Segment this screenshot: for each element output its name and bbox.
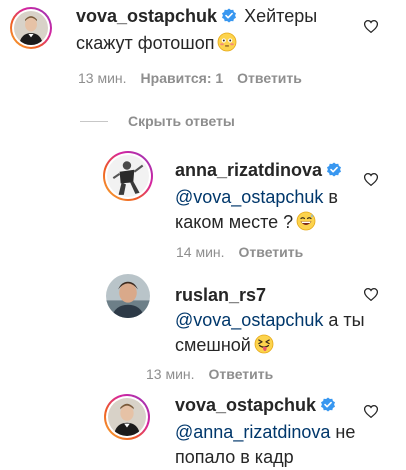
reply-meta: 14 мин. Ответить (176, 244, 317, 260)
heart-outline-icon[interactable] (364, 405, 378, 418)
avatar-photo (14, 11, 48, 45)
avatar-photo (108, 398, 146, 436)
reply-username[interactable]: vova_ostapchuk (175, 395, 316, 415)
comment-body-line2: скажут фотошоп (76, 33, 215, 53)
likes-count[interactable]: Нравится: 1 (141, 70, 224, 86)
reply-meta: 13 мин. Ответить (146, 366, 287, 382)
comment-time[interactable]: 13 мин. (78, 70, 127, 86)
reply-username[interactable]: anna_rizatdinova (175, 160, 322, 180)
divider (80, 120, 108, 122)
comment-username[interactable]: vova_ostapchuk (76, 6, 217, 26)
mention-link[interactable]: @vova_ostapchuk (175, 187, 323, 207)
reply-button[interactable]: Ответить (209, 366, 274, 382)
avatar-photo (107, 155, 149, 197)
avatar-photo (106, 274, 150, 318)
reply-button[interactable]: Ответить (237, 70, 302, 86)
heart-outline-icon[interactable] (364, 288, 378, 301)
hide-replies-row[interactable]: Скрыть ответы (80, 113, 235, 129)
avatar[interactable] (104, 394, 150, 440)
verified-badge-icon (326, 160, 342, 185)
verified-badge-icon (221, 6, 237, 31)
reply-body: в (328, 187, 338, 207)
reply-body-line3: каком месте ? (175, 212, 294, 232)
reply-text: vova_ostapchuk @anna_rizatdinova не попа… (175, 393, 380, 470)
reply-time[interactable]: 14 мин. (176, 244, 225, 260)
reply-time[interactable]: 13 мин. (146, 366, 195, 382)
mention-link[interactable]: @vova_ostapchuk (175, 310, 323, 330)
mention-link[interactable]: @anna_rizatdinova (175, 422, 330, 442)
heart-outline-icon[interactable] (364, 173, 378, 186)
comment-meta: 13 мин. Нравится: 1 Ответить (78, 70, 316, 86)
hide-replies-button[interactable]: Скрыть ответы (128, 113, 235, 129)
heart-outline-icon[interactable] (364, 20, 378, 33)
squinting-tongue-icon (254, 334, 274, 361)
avatar[interactable] (106, 274, 150, 318)
grinning-sweat-icon (296, 211, 316, 238)
reply-body-line3: попало в кадр (175, 447, 294, 467)
reply-button[interactable]: Ответить (239, 244, 304, 260)
avatar[interactable] (10, 7, 52, 49)
avatar[interactable] (103, 151, 153, 201)
reply-body-line3: смешной (175, 335, 251, 355)
reply-text: ruslan_rs7 @vova_ostapchuk а ты смешной (175, 283, 380, 361)
verified-badge-icon (320, 395, 336, 420)
reply-body: а ты (328, 310, 365, 330)
comment-body: Хейтеры (244, 6, 318, 26)
flushed-face-icon (217, 32, 237, 59)
reply-text: anna_rizatdinova @vova_ostapchuk в каком… (175, 158, 380, 238)
reply-username[interactable]: ruslan_rs7 (175, 285, 266, 305)
reply-body: не (335, 422, 356, 442)
comment-text: vova_ostapchuk Хейтеры скажут фотошоп (76, 4, 356, 59)
